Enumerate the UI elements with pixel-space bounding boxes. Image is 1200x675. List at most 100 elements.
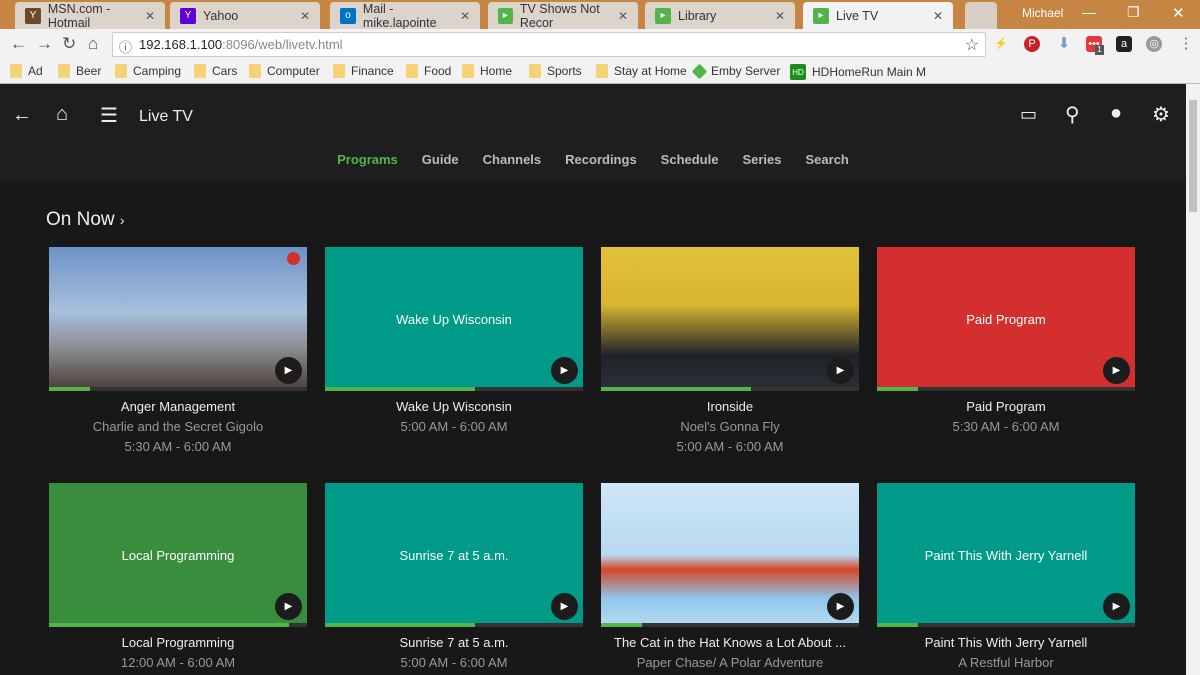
browser-tab[interactable]: o Mail - mike.lapointe ✕: [330, 2, 480, 30]
program-card[interactable]: Paid Program ▶ Paid Program 5:30 AM - 6:…: [877, 247, 1135, 437]
tab-series[interactable]: Series: [742, 152, 781, 167]
lastpass-icon[interactable]: ••• 1: [1086, 36, 1104, 55]
bookmark-item[interactable]: Home: [462, 64, 512, 78]
bookmark-item[interactable]: HD HDHomeRun Main M: [790, 64, 926, 80]
bookmark-item[interactable]: Ad: [10, 64, 43, 78]
address-bar[interactable]: ⓘ 192.168.1.100:8096/web/livetv.html ☆: [112, 32, 986, 57]
program-thumbnail[interactable]: Paint This With Jerry Yarnell ▶: [877, 483, 1135, 627]
home-icon[interactable]: ⌂: [56, 103, 68, 126]
program-thumbnail[interactable]: Wake Up Wisconsin ▶: [325, 247, 583, 391]
profile-name[interactable]: Michael: [1022, 6, 1063, 20]
home-icon[interactable]: ⌂: [88, 34, 98, 54]
program-title[interactable]: Sunrise 7 at 5 a.m.: [325, 633, 583, 653]
tab-recordings[interactable]: Recordings: [565, 152, 637, 167]
play-button[interactable]: ▶: [1103, 357, 1130, 384]
tab-programs[interactable]: Programs: [337, 152, 398, 167]
browser-tab[interactable]: Y MSN.com - Hotmail ✕: [15, 2, 165, 30]
hamburger-menu-icon[interactable]: ☰: [100, 103, 118, 128]
program-card[interactable]: Local Programming ▶ Local Programming 12…: [49, 483, 307, 673]
bookmark-item[interactable]: Finance: [333, 64, 394, 78]
restore-button[interactable]: ❐: [1127, 4, 1140, 21]
program-thumbnail[interactable]: Local Programming ▶: [49, 483, 307, 627]
cast-icon[interactable]: ▭: [1020, 104, 1037, 125]
program-thumbnail[interactable]: Paid Program ▶: [877, 247, 1135, 391]
tab-schedule[interactable]: Schedule: [661, 152, 719, 167]
program-card[interactable]: ▶ Anger Management Charlie and the Secre…: [49, 247, 307, 457]
menu-icon[interactable]: ⋮: [1178, 36, 1194, 52]
pinterest-icon[interactable]: P: [1024, 36, 1040, 52]
play-button[interactable]: ▶: [1103, 593, 1130, 620]
program-title[interactable]: The Cat in the Hat Knows a Lot About ...: [601, 633, 859, 653]
reload-icon[interactable]: ↻: [62, 34, 76, 54]
url-path: :8096/web/livetv.html: [222, 37, 343, 52]
close-tab-icon[interactable]: ✕: [145, 9, 155, 23]
close-tab-icon[interactable]: ✕: [300, 9, 310, 23]
user-icon[interactable]: ●: [1110, 102, 1122, 125]
play-button[interactable]: ▶: [827, 593, 854, 620]
minimize-button[interactable]: —: [1082, 4, 1096, 20]
extension-icon[interactable]: ⚡: [993, 36, 1009, 52]
program-title[interactable]: Anger Management: [49, 397, 307, 417]
program-thumbnail[interactable]: ▶: [601, 247, 859, 391]
section-on-now[interactable]: On Now ›: [46, 209, 125, 231]
browser-tab[interactable]: Y Yahoo ✕: [170, 2, 320, 29]
program-title[interactable]: Paid Program: [877, 397, 1135, 417]
bookmark-item[interactable]: Camping: [115, 64, 181, 78]
back-arrow-icon[interactable]: ←: [12, 104, 32, 127]
search-icon[interactable]: ⚲: [1065, 102, 1080, 127]
browser-tab[interactable]: ▸ TV Shows Not Recor ✕: [488, 2, 638, 30]
bookmark-label: Emby Server: [711, 64, 781, 78]
bookmark-item[interactable]: Food: [406, 64, 451, 78]
bookmark-star-icon[interactable]: ☆: [965, 35, 979, 55]
program-card[interactable]: Sunrise 7 at 5 a.m. ▶ Sunrise 7 at 5 a.m…: [325, 483, 583, 673]
bookmark-item[interactable]: Stay at Home: [596, 64, 687, 78]
browser-toolbar: ← → ↻ ⌂ ⓘ 192.168.1.100:8096/web/livetv.…: [0, 29, 1200, 59]
folder-icon: [406, 64, 418, 78]
bookmark-item[interactable]: Beer: [58, 64, 101, 78]
bookmark-item[interactable]: Sports: [529, 64, 582, 78]
emby-icon: [691, 63, 708, 79]
play-button[interactable]: ▶: [275, 593, 302, 620]
back-icon[interactable]: ←: [10, 34, 27, 54]
close-tab-icon[interactable]: ✕: [933, 9, 943, 23]
program-card[interactable]: ▶ Ironside Noel's Gonna Fly 5:00 AM - 6:…: [601, 247, 859, 457]
download-icon[interactable]: ⬇: [1056, 36, 1072, 52]
program-title[interactable]: Local Programming: [49, 633, 307, 653]
program-title[interactable]: Paint This With Jerry Yarnell: [877, 633, 1135, 653]
program-card[interactable]: ▶ The Cat in the Hat Knows a Lot About .…: [601, 483, 859, 673]
new-tab-button[interactable]: [965, 2, 997, 29]
forward-icon[interactable]: →: [36, 34, 53, 54]
thumbnail-title: Wake Up Wisconsin: [396, 311, 512, 327]
bookmark-item[interactable]: Cars: [194, 64, 237, 78]
program-thumbnail[interactable]: ▶: [49, 247, 307, 391]
close-tab-icon[interactable]: ✕: [460, 9, 470, 23]
close-tab-icon[interactable]: ✕: [618, 9, 628, 23]
program-card[interactable]: Wake Up Wisconsin ▶ Wake Up Wisconsin 5:…: [325, 247, 583, 437]
progress-bar: [325, 387, 583, 391]
tab-search[interactable]: Search: [806, 152, 849, 167]
scrollbar[interactable]: [1186, 84, 1200, 675]
program-thumbnail[interactable]: Sunrise 7 at 5 a.m. ▶: [325, 483, 583, 627]
tab-guide[interactable]: Guide: [422, 152, 459, 167]
amazon-icon[interactable]: a: [1116, 36, 1132, 52]
play-button[interactable]: ▶: [275, 357, 302, 384]
bookmark-item[interactable]: Computer: [249, 64, 320, 78]
program-title[interactable]: Ironside: [601, 397, 859, 417]
play-button[interactable]: ▶: [827, 357, 854, 384]
play-button[interactable]: ▶: [551, 593, 578, 620]
play-button[interactable]: ▶: [551, 357, 578, 384]
program-card[interactable]: Paint This With Jerry Yarnell ▶ Paint Th…: [877, 483, 1135, 673]
close-tab-icon[interactable]: ✕: [775, 9, 785, 23]
program-title[interactable]: Wake Up Wisconsin: [325, 397, 583, 417]
film-reel-icon[interactable]: ◎: [1146, 36, 1162, 52]
browser-tab[interactable]: ▸ Library ✕: [645, 2, 795, 29]
bookmark-item[interactable]: Emby Server: [691, 63, 781, 79]
gear-icon[interactable]: ⚙: [1152, 102, 1170, 127]
tab-channels[interactable]: Channels: [483, 152, 542, 167]
program-thumbnail[interactable]: ▶: [601, 483, 859, 627]
air-time: 5:00 AM - 6:00 AM: [400, 419, 508, 434]
browser-tab[interactable]: ▸ Live TV ✕: [803, 2, 953, 29]
close-window-button[interactable]: ✕: [1172, 4, 1185, 22]
episode-title: Noel's Gonna Fly: [680, 419, 780, 434]
info-icon[interactable]: ⓘ: [119, 37, 132, 56]
